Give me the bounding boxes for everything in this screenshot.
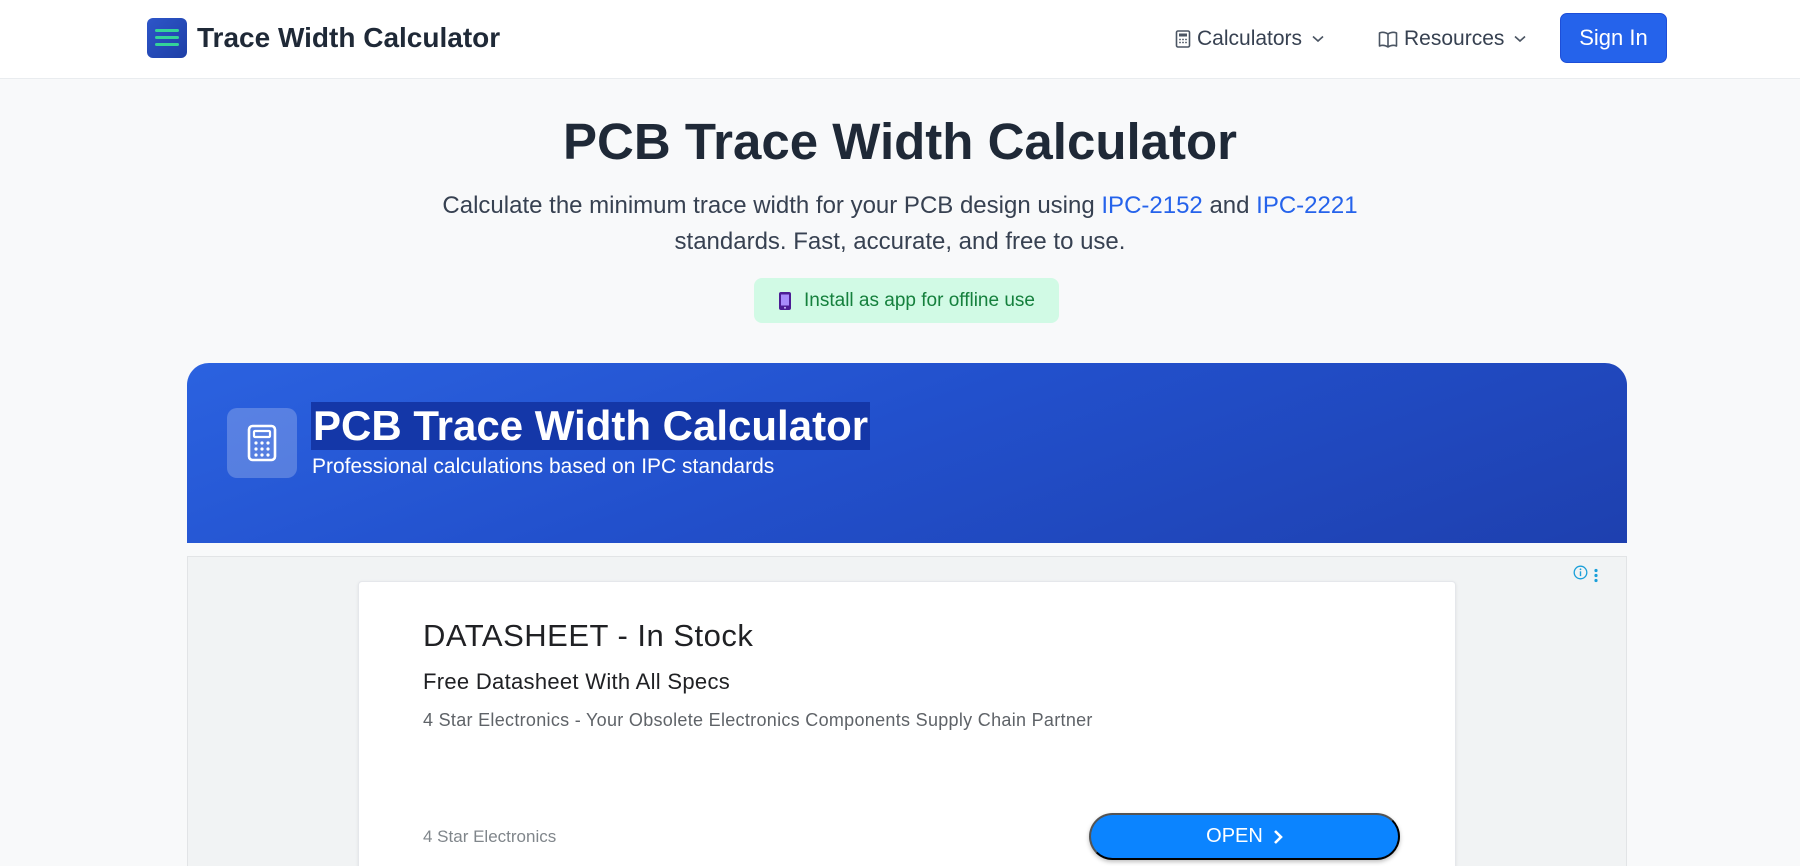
- chevron-right-icon: [1273, 829, 1283, 845]
- ipc-2221-link[interactable]: IPC-2221: [1256, 192, 1357, 219]
- install-app-button[interactable]: Install as app for offline use: [754, 278, 1059, 323]
- ad-title[interactable]: DATASHEET - In Stock: [423, 618, 753, 654]
- page-title: PCB Trace Width Calculator: [562, 113, 1237, 170]
- chevron-down-icon: [1514, 35, 1526, 43]
- brand-name: Trace Width Calculator: [197, 22, 501, 53]
- nav-resources-label: Resources: [1404, 27, 1505, 50]
- calculator-icon: [1175, 30, 1191, 48]
- top-navbar: Trace Width Calculator Calculators Resou…: [0, 0, 1800, 79]
- app-logo-icon: [147, 18, 187, 58]
- ad-choices[interactable]: [1573, 565, 1598, 585]
- phone-icon: [778, 291, 792, 311]
- nav-calculators-dropdown[interactable]: Calculators: [1175, 0, 1324, 78]
- ipc-2152-link[interactable]: IPC-2152: [1101, 192, 1202, 219]
- ad-open-label: OPEN: [1206, 825, 1263, 847]
- ad-headline: Free Datasheet With All Specs: [423, 669, 731, 694]
- nav-calculators-label: Calculators: [1197, 27, 1303, 50]
- hero-subtitle-text: standards. Fast, accurate, and free to u…: [674, 228, 1126, 255]
- hero-subtitle-text: and: [1202, 192, 1257, 219]
- ad-open-button[interactable]: OPEN: [1089, 813, 1400, 860]
- calculator-card-subtitle: Professional calculations based on IPC s…: [312, 455, 775, 478]
- more-vertical-icon[interactable]: [1594, 568, 1598, 583]
- nav-resources-dropdown[interactable]: Resources: [1378, 0, 1526, 78]
- info-icon[interactable]: [1573, 565, 1588, 585]
- ad-description: 4 Star Electronics - Your Obsolete Elect…: [423, 710, 1093, 730]
- chevron-down-icon: [1312, 35, 1324, 43]
- calculator-icon: [227, 408, 297, 478]
- ad-advertiser: 4 Star Electronics: [423, 827, 557, 846]
- ad-card[interactable]: DATASHEET - In Stock Free Datasheet With…: [358, 581, 1456, 866]
- calculator-card-header: PCB Trace Width Calculator Professional …: [187, 363, 1627, 543]
- advertisement-container: DATASHEET - In Stock Free Datasheet With…: [187, 556, 1627, 866]
- hero-subtitle-text: Calculate the minimum trace width for yo…: [442, 192, 1102, 219]
- install-app-label: Install as app for offline use: [804, 289, 1035, 311]
- book-icon: [1378, 31, 1398, 48]
- calculator-card-title: PCB Trace Width Calculator: [311, 402, 871, 450]
- hero-subtitle: Calculate the minimum trace width for yo…: [420, 188, 1380, 260]
- sign-in-button[interactable]: Sign In: [1560, 13, 1667, 63]
- brand-link[interactable]: Trace Width Calculator: [147, 18, 500, 58]
